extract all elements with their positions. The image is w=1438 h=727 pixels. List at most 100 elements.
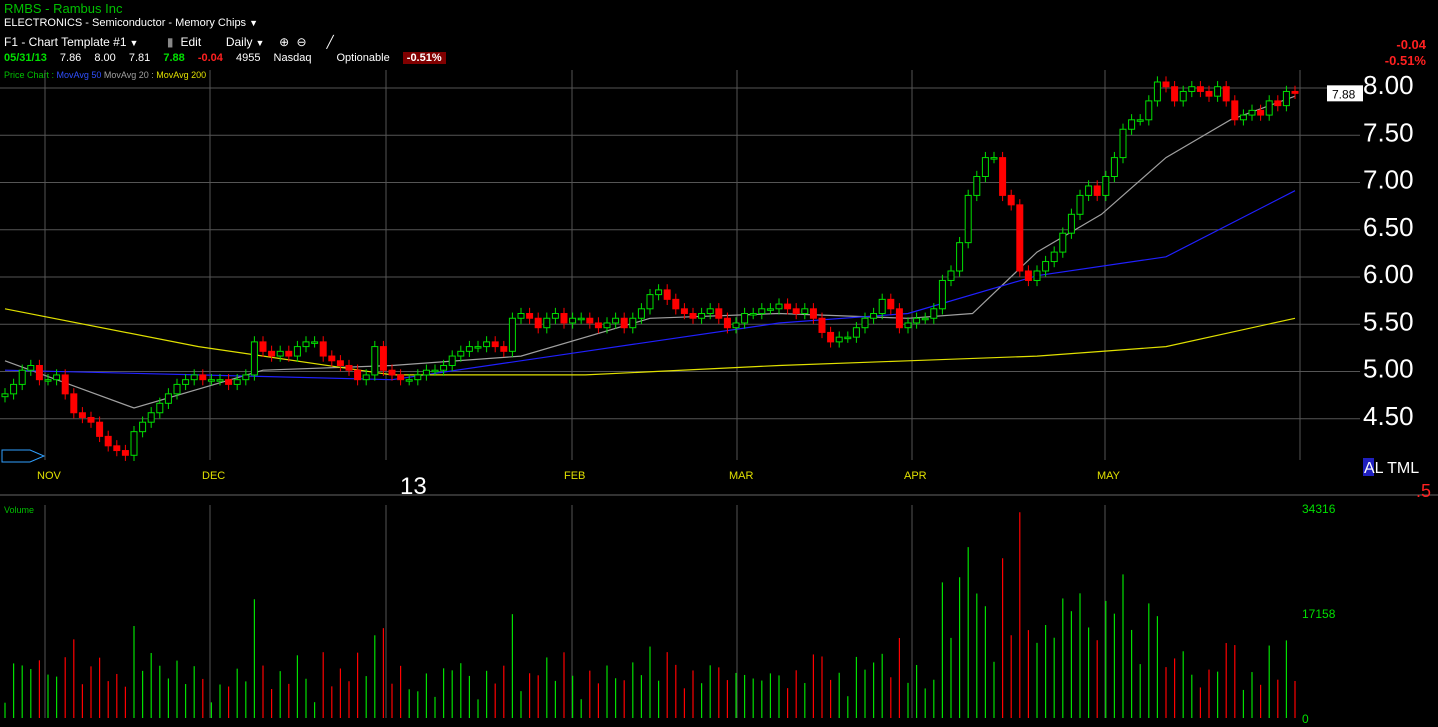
candle-body [405, 379, 413, 382]
candle-body [603, 322, 611, 329]
volume-tick-label: 0 [1302, 712, 1309, 726]
candle-body [758, 308, 766, 315]
candle-body [1136, 119, 1144, 122]
price-tick-label: 6.50 [1363, 212, 1414, 242]
candle-body [766, 308, 774, 311]
candle-body [1024, 270, 1032, 281]
candle-body [44, 379, 52, 382]
candle-body [706, 308, 714, 315]
candle-body [388, 369, 396, 376]
candle-body [698, 313, 706, 319]
candle-body [543, 317, 551, 329]
candle-body [655, 289, 663, 296]
candle-body [18, 369, 26, 385]
candle-body [938, 279, 946, 310]
candle-body [1153, 81, 1161, 102]
candle-body [1145, 100, 1153, 121]
candle-body [560, 313, 568, 324]
candle-body [629, 317, 637, 329]
candle-body [620, 317, 628, 329]
candle-body [715, 308, 723, 319]
candle-body [113, 445, 121, 452]
candle-body [947, 270, 955, 281]
candle-body [792, 308, 800, 315]
candle-body [1205, 90, 1213, 97]
candle-body [749, 313, 757, 316]
candle-body [973, 176, 981, 196]
candle-body [1076, 194, 1084, 215]
candle-body [887, 298, 895, 310]
candle-body [233, 379, 241, 385]
candle-body [242, 374, 250, 381]
month-label: MAY [1097, 470, 1121, 482]
candle-body [1257, 109, 1265, 116]
candle-body [362, 374, 370, 381]
candle-body [741, 313, 749, 324]
candle-body [130, 431, 138, 456]
candle-body [1179, 90, 1187, 102]
candle-body [182, 379, 190, 385]
year-label: 13 [400, 473, 427, 500]
candle-body [526, 313, 534, 319]
candle-body [190, 374, 198, 381]
price-volume-chart[interactable]: 8.00 7.50 7.00 6.50 6.00 5.50 5.00 4.50 NOV DEC 13… [0, 0, 1438, 727]
candle-body [379, 346, 387, 371]
candle-body [465, 346, 473, 352]
candle-body [1093, 185, 1101, 196]
candle-body [809, 308, 817, 319]
candle-body [586, 317, 594, 324]
candle-body [293, 346, 301, 357]
month-label: MAR [729, 470, 754, 482]
candle-body [173, 383, 181, 395]
candle-body [35, 365, 43, 381]
candle-body [61, 374, 69, 395]
candle-body [345, 365, 353, 371]
candle-body [1274, 100, 1282, 107]
candle-body [311, 341, 319, 344]
volume-tick-label: 17158 [1302, 607, 1336, 621]
candle-body [1119, 128, 1127, 159]
candle-body [852, 327, 860, 338]
candle-body [431, 369, 439, 373]
candle-body [1, 393, 9, 398]
candle-body [319, 341, 327, 357]
candle-body [216, 379, 224, 382]
candle-body [250, 341, 258, 376]
candle-body [448, 355, 456, 366]
scroll-left-arrow-icon [1, 449, 46, 463]
candle-body [904, 322, 912, 329]
candle-body [569, 317, 577, 324]
candle-body [990, 157, 998, 160]
candle-body [870, 313, 878, 319]
candle-body [981, 157, 989, 178]
candle-body [612, 317, 620, 324]
candle-body [1171, 86, 1179, 102]
candle-body [500, 346, 508, 352]
candle-body [1282, 90, 1290, 107]
candle-body [440, 365, 448, 371]
candle-body [1128, 119, 1136, 130]
price-tick-label: 7.00 [1363, 165, 1414, 195]
candle-body [689, 313, 697, 319]
candle-body [457, 350, 465, 357]
candle-body [1110, 157, 1118, 178]
candle-body [414, 374, 422, 381]
candle-body [534, 317, 542, 329]
candle-body [878, 298, 886, 315]
corner-small-label: .5 [1416, 481, 1431, 501]
price-tick-label: 7.50 [1363, 117, 1414, 147]
candle-body [96, 421, 104, 437]
candle-body [680, 308, 688, 315]
candle-body [835, 336, 843, 343]
candle-body [827, 331, 835, 343]
candle-body [1291, 90, 1299, 94]
month-label: FEB [564, 470, 585, 482]
candle-body [1214, 86, 1222, 97]
candle-body [164, 393, 172, 404]
candle-body [646, 294, 654, 310]
candle-body [818, 317, 826, 333]
candle-body [285, 350, 293, 357]
price-tick-label: 8.00 [1363, 70, 1414, 100]
candle-body [104, 435, 112, 447]
candle-body [1231, 100, 1239, 121]
